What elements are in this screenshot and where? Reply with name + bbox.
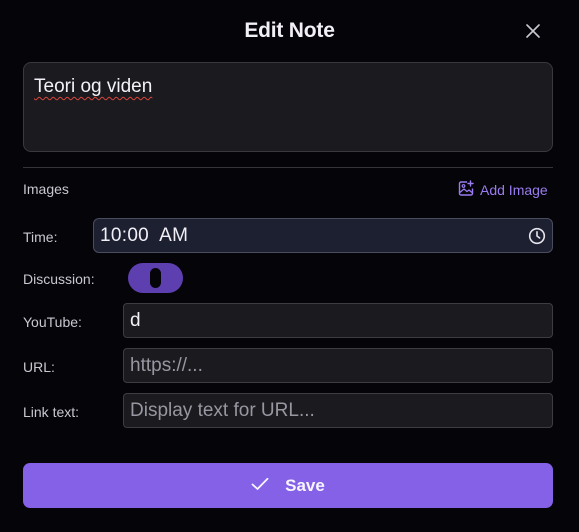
note-textarea[interactable]: Teori og viden [23, 62, 553, 152]
youtube-input[interactable]: d [123, 303, 553, 338]
toggle-knob [150, 268, 161, 288]
clock-icon[interactable] [528, 227, 546, 245]
close-button[interactable] [520, 20, 546, 46]
youtube-label: YouTube: [23, 314, 82, 330]
edit-note-dialog: Edit Note Teori og viden Images Add Imag… [0, 0, 579, 532]
add-image-button[interactable]: Add Image [458, 180, 548, 200]
discussion-toggle[interactable] [128, 263, 183, 293]
time-label: Time: [23, 229, 58, 245]
divider [23, 167, 553, 168]
save-button[interactable]: Save [23, 463, 553, 508]
save-label: Save [285, 475, 325, 495]
add-image-icon [458, 180, 475, 200]
time-value: 10:00 AM [100, 224, 189, 246]
images-label: Images [23, 181, 69, 197]
discussion-label: Discussion: [23, 271, 95, 287]
link-text-input[interactable]: Display text for URL... [123, 393, 553, 428]
url-placeholder: https://... [130, 354, 203, 376]
url-label: URL: [23, 359, 55, 375]
url-input[interactable]: https://... [123, 348, 553, 383]
dialog-title: Edit Note [244, 19, 335, 42]
youtube-value: d [130, 309, 141, 331]
time-input[interactable]: 10:00 AM [93, 218, 553, 253]
link-text-label: Link text: [23, 404, 80, 420]
note-text: Teori og viden [34, 76, 153, 97]
link-text-placeholder: Display text for URL... [130, 399, 315, 421]
add-image-label: Add Image [480, 182, 548, 198]
close-icon [526, 23, 540, 43]
check-icon [251, 476, 269, 496]
